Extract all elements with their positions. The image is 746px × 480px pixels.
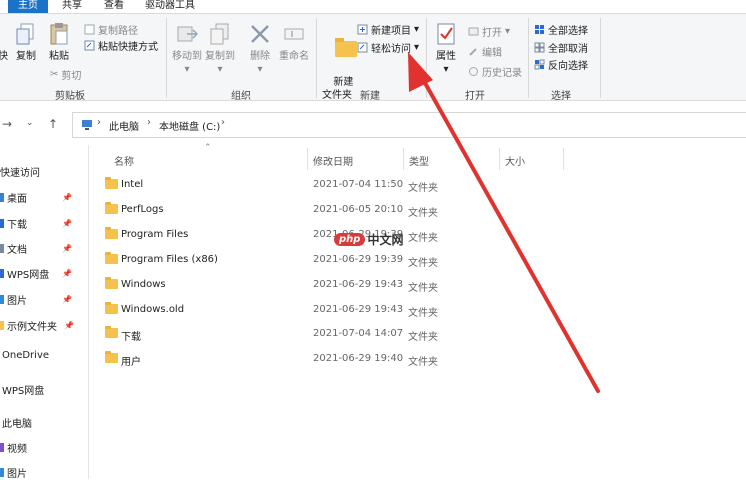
- annotation-arrow-overlay: [408, 52, 600, 393]
- annotation-arrow-head: [408, 52, 433, 92]
- annotation-arrow-line: [418, 72, 600, 393]
